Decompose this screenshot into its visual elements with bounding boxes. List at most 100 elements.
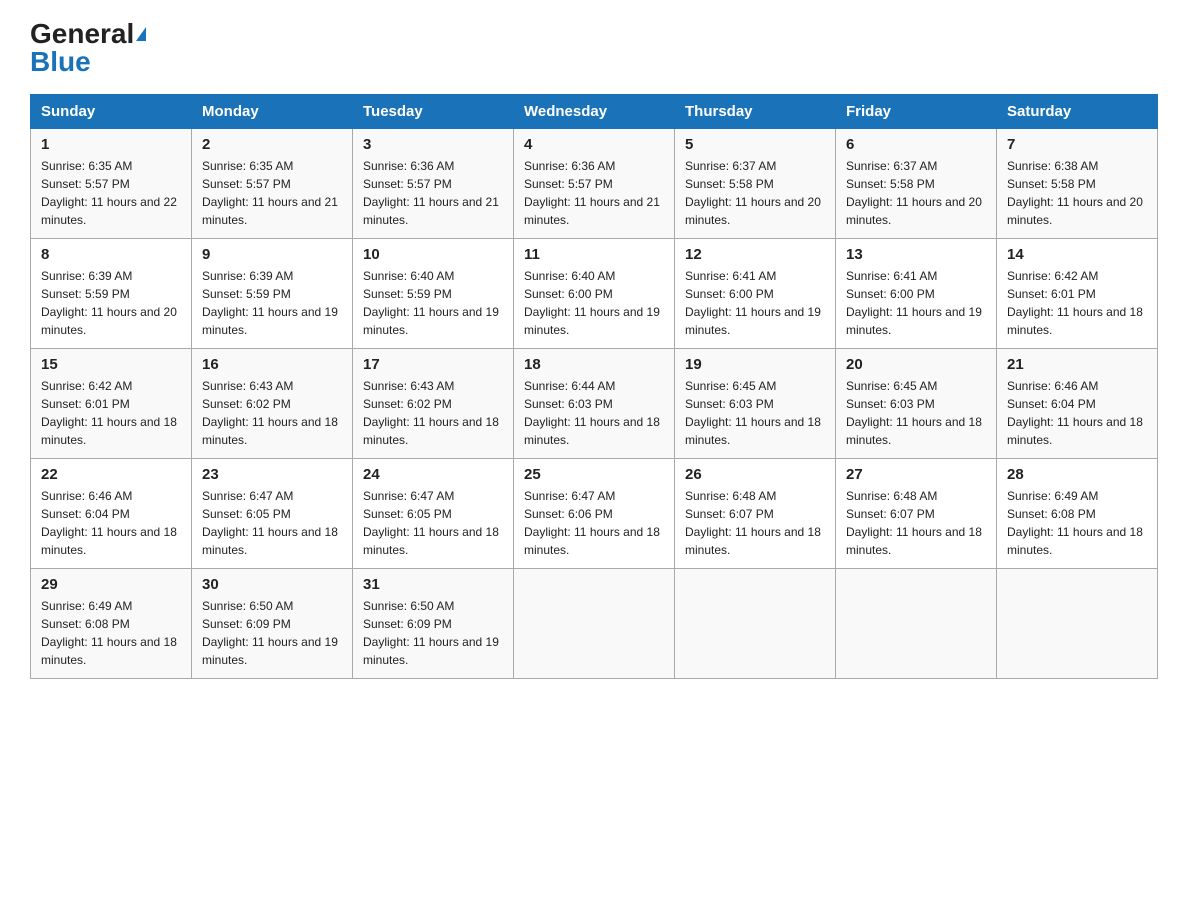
day-number: 29: [41, 576, 181, 593]
calendar-cell: 15 Sunrise: 6:42 AMSunset: 6:01 PMDaylig…: [31, 349, 192, 459]
calendar-cell: [997, 569, 1158, 679]
calendar-cell: 17 Sunrise: 6:43 AMSunset: 6:02 PMDaylig…: [353, 349, 514, 459]
day-info: Sunrise: 6:41 AMSunset: 6:00 PMDaylight:…: [685, 269, 821, 337]
day-number: 23: [202, 466, 342, 483]
calendar-cell: 1 Sunrise: 6:35 AMSunset: 5:57 PMDayligh…: [31, 129, 192, 239]
day-number: 1: [41, 136, 181, 153]
weekday-header-sunday: Sunday: [31, 95, 192, 129]
day-number: 13: [846, 246, 986, 263]
day-number: 8: [41, 246, 181, 263]
calendar-cell: 24 Sunrise: 6:47 AMSunset: 6:05 PMDaylig…: [353, 459, 514, 569]
logo-general: General: [30, 20, 134, 48]
day-info: Sunrise: 6:35 AMSunset: 5:57 PMDaylight:…: [41, 159, 177, 227]
calendar-cell: 14 Sunrise: 6:42 AMSunset: 6:01 PMDaylig…: [997, 239, 1158, 349]
day-info: Sunrise: 6:49 AMSunset: 6:08 PMDaylight:…: [41, 599, 177, 667]
day-number: 30: [202, 576, 342, 593]
calendar-cell: 22 Sunrise: 6:46 AMSunset: 6:04 PMDaylig…: [31, 459, 192, 569]
day-number: 27: [846, 466, 986, 483]
day-info: Sunrise: 6:48 AMSunset: 6:07 PMDaylight:…: [846, 489, 982, 557]
calendar-cell: [514, 569, 675, 679]
calendar-week-row: 15 Sunrise: 6:42 AMSunset: 6:01 PMDaylig…: [31, 349, 1158, 459]
calendar-cell: 10 Sunrise: 6:40 AMSunset: 5:59 PMDaylig…: [353, 239, 514, 349]
day-info: Sunrise: 6:39 AMSunset: 5:59 PMDaylight:…: [202, 269, 338, 337]
logo: General Blue: [30, 20, 146, 76]
calendar-cell: 13 Sunrise: 6:41 AMSunset: 6:00 PMDaylig…: [836, 239, 997, 349]
day-info: Sunrise: 6:47 AMSunset: 6:06 PMDaylight:…: [524, 489, 660, 557]
calendar-cell: 18 Sunrise: 6:44 AMSunset: 6:03 PMDaylig…: [514, 349, 675, 459]
calendar-cell: 31 Sunrise: 6:50 AMSunset: 6:09 PMDaylig…: [353, 569, 514, 679]
day-info: Sunrise: 6:42 AMSunset: 6:01 PMDaylight:…: [41, 379, 177, 447]
day-number: 17: [363, 356, 503, 373]
page-header: General Blue: [30, 20, 1158, 76]
day-info: Sunrise: 6:47 AMSunset: 6:05 PMDaylight:…: [363, 489, 499, 557]
day-info: Sunrise: 6:45 AMSunset: 6:03 PMDaylight:…: [846, 379, 982, 447]
calendar-cell: 11 Sunrise: 6:40 AMSunset: 6:00 PMDaylig…: [514, 239, 675, 349]
calendar-week-row: 1 Sunrise: 6:35 AMSunset: 5:57 PMDayligh…: [31, 129, 1158, 239]
day-info: Sunrise: 6:39 AMSunset: 5:59 PMDaylight:…: [41, 269, 177, 337]
calendar-cell: 28 Sunrise: 6:49 AMSunset: 6:08 PMDaylig…: [997, 459, 1158, 569]
day-number: 10: [363, 246, 503, 263]
day-number: 24: [363, 466, 503, 483]
day-info: Sunrise: 6:40 AMSunset: 5:59 PMDaylight:…: [363, 269, 499, 337]
calendar-cell: 9 Sunrise: 6:39 AMSunset: 5:59 PMDayligh…: [192, 239, 353, 349]
calendar-cell: 27 Sunrise: 6:48 AMSunset: 6:07 PMDaylig…: [836, 459, 997, 569]
day-number: 9: [202, 246, 342, 263]
calendar-cell: 16 Sunrise: 6:43 AMSunset: 6:02 PMDaylig…: [192, 349, 353, 459]
calendar-cell: 30 Sunrise: 6:50 AMSunset: 6:09 PMDaylig…: [192, 569, 353, 679]
calendar-cell: 8 Sunrise: 6:39 AMSunset: 5:59 PMDayligh…: [31, 239, 192, 349]
day-number: 21: [1007, 356, 1147, 373]
calendar-cell: 12 Sunrise: 6:41 AMSunset: 6:00 PMDaylig…: [675, 239, 836, 349]
calendar-cell: 23 Sunrise: 6:47 AMSunset: 6:05 PMDaylig…: [192, 459, 353, 569]
calendar-cell: 20 Sunrise: 6:45 AMSunset: 6:03 PMDaylig…: [836, 349, 997, 459]
day-info: Sunrise: 6:46 AMSunset: 6:04 PMDaylight:…: [41, 489, 177, 557]
day-number: 18: [524, 356, 664, 373]
day-info: Sunrise: 6:49 AMSunset: 6:08 PMDaylight:…: [1007, 489, 1143, 557]
day-info: Sunrise: 6:42 AMSunset: 6:01 PMDaylight:…: [1007, 269, 1143, 337]
weekday-header-monday: Monday: [192, 95, 353, 129]
day-info: Sunrise: 6:37 AMSunset: 5:58 PMDaylight:…: [846, 159, 982, 227]
calendar-cell: 7 Sunrise: 6:38 AMSunset: 5:58 PMDayligh…: [997, 129, 1158, 239]
logo-blue: Blue: [30, 48, 91, 76]
day-number: 28: [1007, 466, 1147, 483]
day-info: Sunrise: 6:46 AMSunset: 6:04 PMDaylight:…: [1007, 379, 1143, 447]
day-number: 14: [1007, 246, 1147, 263]
weekday-header-saturday: Saturday: [997, 95, 1158, 129]
day-number: 22: [41, 466, 181, 483]
day-info: Sunrise: 6:48 AMSunset: 6:07 PMDaylight:…: [685, 489, 821, 557]
calendar-cell: 26 Sunrise: 6:48 AMSunset: 6:07 PMDaylig…: [675, 459, 836, 569]
day-number: 6: [846, 136, 986, 153]
day-info: Sunrise: 6:47 AMSunset: 6:05 PMDaylight:…: [202, 489, 338, 557]
day-info: Sunrise: 6:45 AMSunset: 6:03 PMDaylight:…: [685, 379, 821, 447]
weekday-header-wednesday: Wednesday: [514, 95, 675, 129]
calendar-cell: [675, 569, 836, 679]
day-number: 12: [685, 246, 825, 263]
calendar-week-row: 29 Sunrise: 6:49 AMSunset: 6:08 PMDaylig…: [31, 569, 1158, 679]
day-info: Sunrise: 6:44 AMSunset: 6:03 PMDaylight:…: [524, 379, 660, 447]
calendar-cell: 19 Sunrise: 6:45 AMSunset: 6:03 PMDaylig…: [675, 349, 836, 459]
calendar-cell: 21 Sunrise: 6:46 AMSunset: 6:04 PMDaylig…: [997, 349, 1158, 459]
day-info: Sunrise: 6:35 AMSunset: 5:57 PMDaylight:…: [202, 159, 338, 227]
calendar-cell: 5 Sunrise: 6:37 AMSunset: 5:58 PMDayligh…: [675, 129, 836, 239]
day-info: Sunrise: 6:40 AMSunset: 6:00 PMDaylight:…: [524, 269, 660, 337]
day-info: Sunrise: 6:36 AMSunset: 5:57 PMDaylight:…: [524, 159, 660, 227]
calendar-week-row: 8 Sunrise: 6:39 AMSunset: 5:59 PMDayligh…: [31, 239, 1158, 349]
calendar-cell: 3 Sunrise: 6:36 AMSunset: 5:57 PMDayligh…: [353, 129, 514, 239]
day-number: 15: [41, 356, 181, 373]
weekday-header-thursday: Thursday: [675, 95, 836, 129]
calendar-cell: 25 Sunrise: 6:47 AMSunset: 6:06 PMDaylig…: [514, 459, 675, 569]
calendar-cell: 2 Sunrise: 6:35 AMSunset: 5:57 PMDayligh…: [192, 129, 353, 239]
day-info: Sunrise: 6:50 AMSunset: 6:09 PMDaylight:…: [202, 599, 338, 667]
weekday-header-friday: Friday: [836, 95, 997, 129]
day-number: 20: [846, 356, 986, 373]
calendar-week-row: 22 Sunrise: 6:46 AMSunset: 6:04 PMDaylig…: [31, 459, 1158, 569]
day-number: 19: [685, 356, 825, 373]
day-number: 26: [685, 466, 825, 483]
day-info: Sunrise: 6:36 AMSunset: 5:57 PMDaylight:…: [363, 159, 499, 227]
logo-triangle-icon: [136, 27, 146, 41]
day-number: 31: [363, 576, 503, 593]
day-number: 11: [524, 246, 664, 263]
calendar-cell: [836, 569, 997, 679]
calendar-body: 1 Sunrise: 6:35 AMSunset: 5:57 PMDayligh…: [31, 129, 1158, 679]
day-number: 3: [363, 136, 503, 153]
day-info: Sunrise: 6:41 AMSunset: 6:00 PMDaylight:…: [846, 269, 982, 337]
